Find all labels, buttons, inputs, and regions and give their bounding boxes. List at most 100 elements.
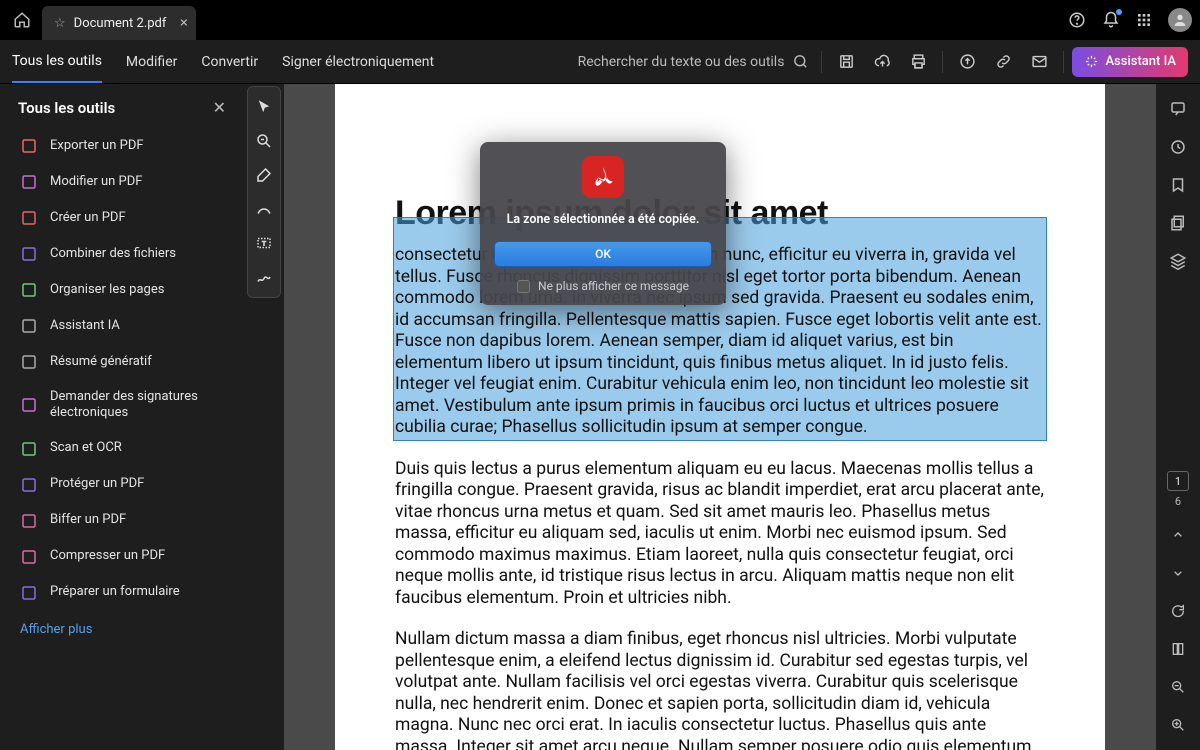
tool-icon [20,245,38,263]
zoom-out-icon[interactable] [1161,670,1195,704]
bookmark-flag-icon[interactable] [1161,168,1195,202]
tool-icon [20,281,38,299]
tab-sign[interactable]: Signer électroniquement [282,42,434,82]
page-down-icon[interactable] [1161,556,1195,590]
avatar[interactable] [1168,8,1192,32]
tool-icon [20,209,38,227]
apps-icon[interactable] [1136,12,1152,28]
tools-panel: Tous les outils ✕ Exporter un PDF Modifie… [0,84,244,750]
tool-label: Exporter un PDF [50,138,144,154]
tool-item[interactable]: Résumé génératif [10,345,234,379]
page-up-icon[interactable] [1161,518,1195,552]
tool-item[interactable]: Biffer un PDF [10,504,234,538]
tool-icon [20,440,38,458]
tool-label: Créer un PDF [50,210,126,226]
rotate-icon[interactable] [1161,594,1195,628]
draw-tool-icon[interactable] [248,193,280,225]
tool-item[interactable]: Combiner des fichiers [10,237,234,271]
tool-label: Modifier un PDF [50,174,142,190]
tool-icon [20,548,38,566]
page-number-input[interactable]: 1 [1167,471,1189,491]
tool-label: Assistant IA [50,318,120,334]
tool-item[interactable]: Protéger un PDF [10,468,234,502]
tool-icon [20,584,38,602]
history-icon[interactable] [1161,130,1195,164]
ok-button[interactable]: OK [494,241,712,267]
tools-title: Tous les outils [18,99,115,117]
page-total: 6 [1175,495,1181,514]
tool-item[interactable]: Scan et OCR [10,432,234,466]
dialog-message: La zone sélectionnée a été copiée. [507,212,700,227]
tool-icon [20,512,38,530]
tool-label: Scan et OCR [50,440,122,456]
tool-item[interactable]: Assistant IA [10,309,234,343]
home-button[interactable] [8,0,36,40]
tool-label: Compresser un PDF [50,548,165,564]
view-mode-icon[interactable] [1161,632,1195,666]
dont-show-label: Ne plus afficher ce message [538,279,689,293]
star-icon[interactable]: ☆ [54,16,66,31]
right-rail: 1 6 [1156,84,1200,750]
window-tabbar: ☆ Document 2.pdf ✕ [0,0,1200,40]
search-icon [792,53,809,70]
close-icon[interactable]: ✕ [179,17,188,30]
tab-convert[interactable]: Convertir [201,42,258,82]
tool-icon [20,353,38,371]
zoom-in-icon[interactable] [1161,708,1195,742]
checkbox[interactable] [517,280,530,293]
pages-icon[interactable] [1161,206,1195,240]
dont-show-again[interactable]: Ne plus afficher ce message [517,279,689,293]
help-icon[interactable] [1068,11,1086,29]
save-icon[interactable] [830,46,862,78]
tool-item[interactable]: Exporter un PDF [10,129,234,163]
print-icon[interactable] [902,46,934,78]
tool-icon [20,317,38,335]
tool-item[interactable]: Créer un PDF [10,201,234,235]
sign-tool-icon[interactable] [248,261,280,293]
tab-all-tools[interactable]: Tous les outils [12,41,102,83]
tool-icon [20,476,38,494]
close-panel-icon[interactable]: ✕ [213,98,226,117]
paragraph-3: Nullam dictum massa a diam finibus, eget… [395,629,1045,750]
highlight-tool-icon[interactable] [248,159,280,191]
paragraph-2: Duis quis lectus a purus elementum aliqu… [395,459,1045,610]
tool-label: Protéger un PDF [50,476,144,492]
tool-label: Résumé génératif [50,354,152,370]
quick-tools-rail [244,84,284,750]
share-upload-icon[interactable] [951,46,983,78]
acrobat-logo-icon [582,156,624,198]
tool-label: Organiser les pages [50,282,164,298]
cloud-upload-icon[interactable] [866,46,898,78]
comment-icon[interactable] [1161,92,1195,126]
show-more-link[interactable]: Afficher plus [10,610,234,637]
tool-icon [20,396,38,414]
bell-icon[interactable] [1102,11,1120,29]
tab-title: Document 2.pdf [74,16,167,31]
main-toolbar: Tous les outils Modifier Convertir Signe… [0,40,1200,84]
link-icon[interactable] [987,46,1019,78]
tool-label: Préparer un formulaire [50,584,180,600]
tool-item[interactable]: Organiser les pages [10,273,234,307]
tool-label: Biffer un PDF [50,512,126,528]
tool-item[interactable]: Préparer un formulaire [10,576,234,610]
document-tab[interactable]: ☆ Document 2.pdf ✕ [42,6,196,40]
assistant-label: Assistant IA [1105,54,1176,69]
tool-item[interactable]: Compresser un PDF [10,540,234,574]
tab-modify[interactable]: Modifier [126,42,177,82]
search-placeholder: Rechercher du texte ou des outils [578,54,785,70]
tool-icon [20,173,38,191]
selection-tool-icon[interactable] [248,91,280,123]
tool-label: Combiner des fichiers [50,246,176,262]
tool-label: Demander des signatures électroniques [50,389,224,422]
sparkle-icon [1084,54,1099,69]
zoom-tool-icon[interactable] [248,125,280,157]
layers-icon[interactable] [1161,244,1195,278]
tool-item[interactable]: Modifier un PDF [10,165,234,199]
search-input[interactable]: Rechercher du texte ou des outils [578,53,810,70]
assistant-button[interactable]: Assistant IA [1072,47,1188,77]
tool-item[interactable]: Demander des signatures électroniques [10,381,234,430]
text-box-tool-icon[interactable] [248,227,280,259]
copy-confirmation-dialog: La zone sélectionnée a été copiée. OK Ne… [480,142,726,305]
tool-icon [20,137,38,155]
email-icon[interactable] [1023,46,1055,78]
